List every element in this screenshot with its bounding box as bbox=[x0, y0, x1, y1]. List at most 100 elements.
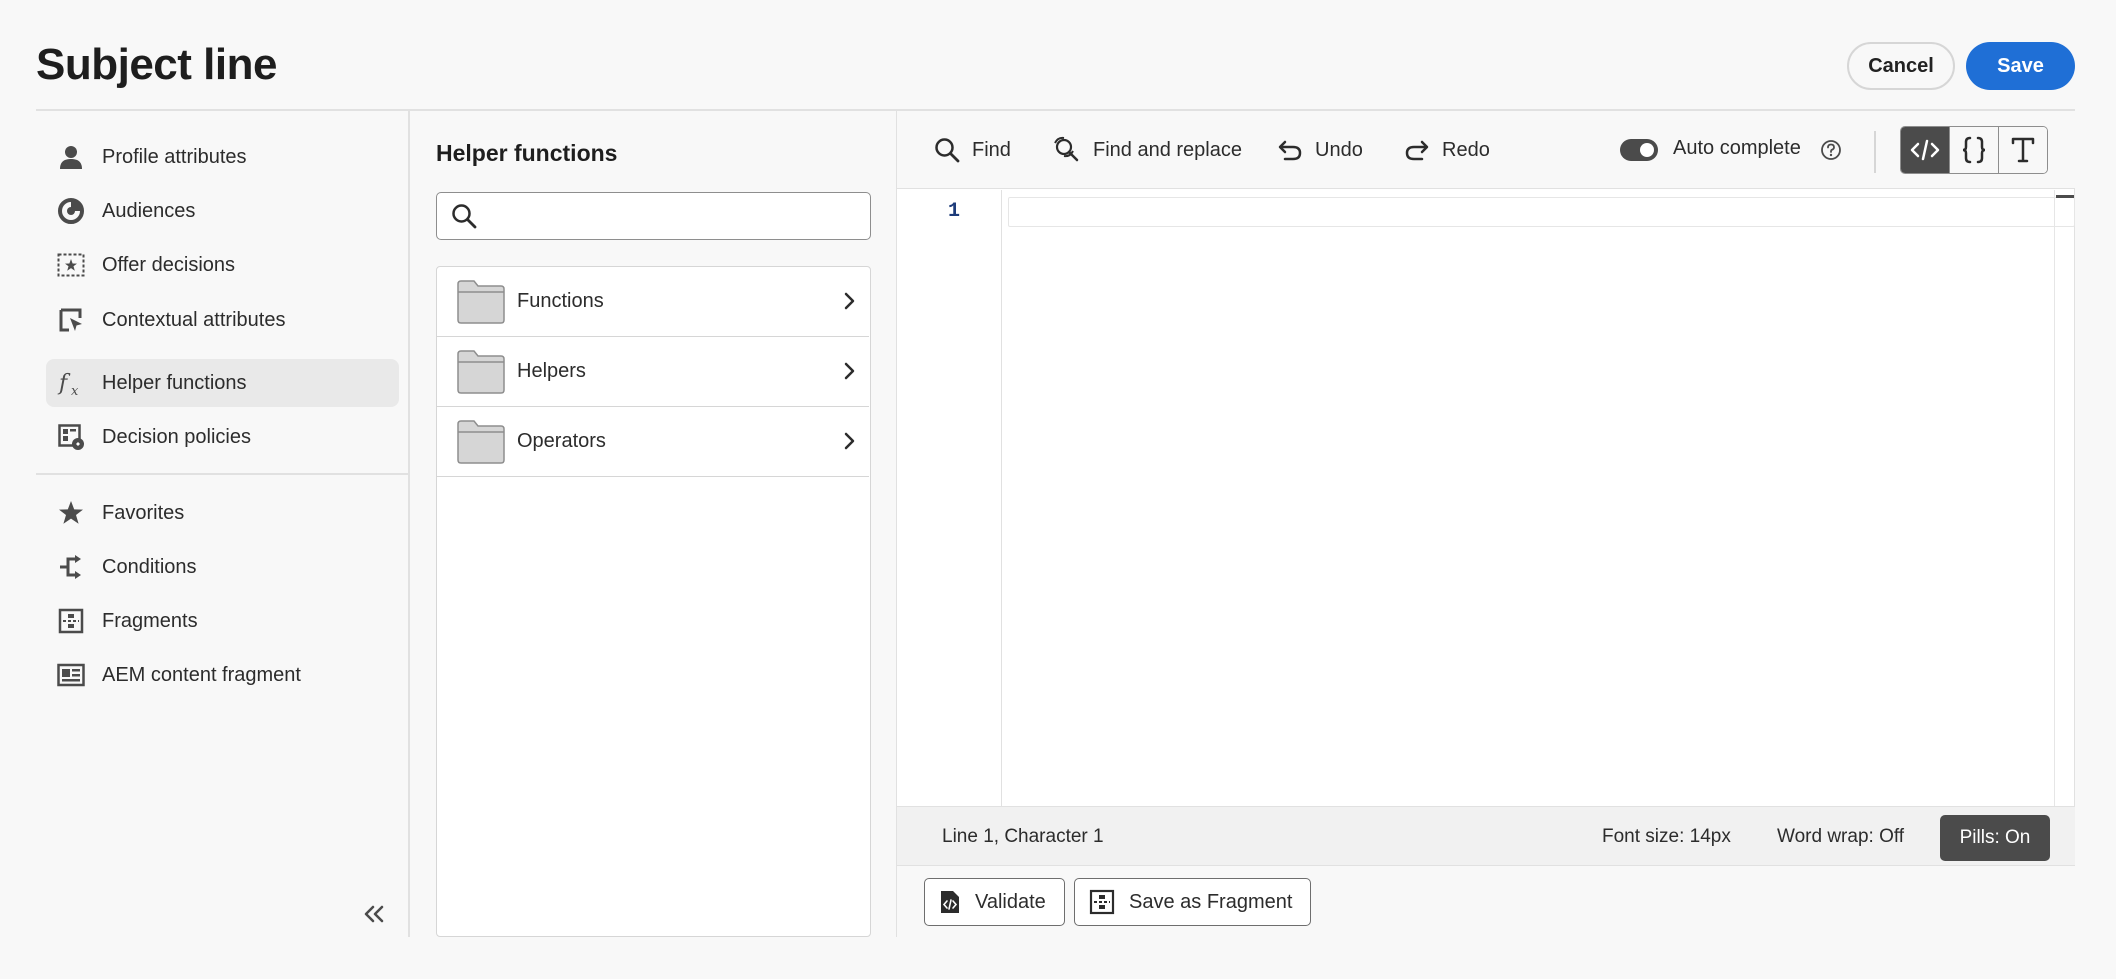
sidebar-item-decision-policies[interactable]: Decision policies bbox=[46, 413, 399, 461]
find-label: Find bbox=[972, 138, 1011, 161]
helper-panel-title: Helper functions bbox=[436, 140, 618, 166]
offer-icon bbox=[56, 250, 86, 280]
current-line-highlight bbox=[1008, 197, 2075, 227]
sidebar-item-label: Profile attributes bbox=[102, 145, 247, 168]
redo-label: Redo bbox=[1442, 138, 1490, 161]
save-as-fragment-button[interactable]: Save as Fragment bbox=[1074, 878, 1312, 926]
json-view-button[interactable] bbox=[1950, 127, 1999, 173]
sidebar-item-aem-content-fragment[interactable]: AEM content fragment bbox=[46, 651, 399, 699]
editor-footer: Validate Save as Fragment bbox=[897, 866, 2075, 937]
star-icon bbox=[56, 498, 86, 528]
code-editor: Find Find and replace Undo Redo Auto com… bbox=[897, 111, 2075, 937]
editor-status-bar: Line 1, Character 1 Font size: 14px Word… bbox=[897, 806, 2075, 866]
word-wrap-setting[interactable]: Word wrap: Off bbox=[1777, 826, 1904, 848]
sidebar-item-offer-decisions[interactable]: Offer decisions bbox=[46, 241, 399, 289]
fragment-icon bbox=[1089, 889, 1115, 915]
helper-search[interactable] bbox=[436, 192, 871, 240]
help-icon[interactable] bbox=[1820, 139, 1842, 161]
conditions-icon bbox=[56, 552, 86, 582]
undo-button[interactable]: Undo bbox=[1277, 133, 1363, 167]
sidebar-item-label: Contextual attributes bbox=[102, 308, 286, 331]
save-button[interactable]: Save bbox=[1966, 42, 2075, 90]
audience-icon bbox=[56, 196, 86, 226]
scrollbar-marker bbox=[2056, 195, 2074, 198]
helper-tree: Functions Helpers Operators bbox=[436, 266, 871, 937]
decision-policy-icon bbox=[56, 422, 86, 452]
sidebar-item-label: Favorites bbox=[102, 501, 185, 524]
sidebar-item-profile-attributes[interactable]: Profile attributes bbox=[46, 133, 399, 181]
svg-text:x: x bbox=[71, 384, 79, 397]
tree-item-label: Helpers bbox=[517, 360, 586, 382]
validate-label: Validate bbox=[975, 890, 1046, 913]
redo-button[interactable]: Redo bbox=[1404, 133, 1490, 167]
line-number: 1 bbox=[948, 200, 961, 223]
line-number-gutter bbox=[897, 190, 1002, 806]
editor-toolbar: Find Find and replace Undo Redo Auto com… bbox=[897, 111, 2075, 189]
search-input[interactable] bbox=[489, 201, 859, 231]
braces-icon bbox=[1961, 136, 1987, 164]
chevron-right-icon bbox=[843, 432, 855, 450]
cancel-button[interactable]: Cancel bbox=[1847, 42, 1955, 90]
find-replace-label: Find and replace bbox=[1093, 138, 1242, 161]
search-icon bbox=[451, 203, 477, 229]
font-size-setting[interactable]: Font size: 14px bbox=[1602, 826, 1731, 848]
sidebar-item-label: Fragments bbox=[102, 609, 198, 632]
sidebar-item-label: Helper functions bbox=[102, 371, 247, 394]
sidebar-item-helper-functions[interactable]: fx Helper functions bbox=[46, 359, 399, 407]
validate-code-icon bbox=[939, 889, 961, 915]
double-chevron-left-icon bbox=[362, 904, 386, 924]
save-fragment-label: Save as Fragment bbox=[1129, 890, 1293, 913]
tree-item-helpers[interactable]: Helpers bbox=[437, 337, 869, 407]
toolbar-divider bbox=[1874, 131, 1876, 173]
chevron-right-icon bbox=[843, 362, 855, 380]
tree-item-functions[interactable]: Functions bbox=[437, 267, 869, 337]
sidebar-divider-vertical bbox=[408, 111, 410, 937]
sidebar-item-audiences[interactable]: Audiences bbox=[46, 187, 399, 235]
contextual-icon bbox=[56, 305, 86, 335]
find-button[interactable]: Find bbox=[934, 133, 1011, 167]
code-view-button[interactable] bbox=[1901, 127, 1950, 173]
redo-icon bbox=[1404, 138, 1430, 162]
text-view-button[interactable] bbox=[1999, 127, 2047, 173]
page-title: Subject line bbox=[36, 40, 277, 89]
sidebar-item-conditions[interactable]: Conditions bbox=[46, 543, 399, 591]
svg-text:f: f bbox=[57, 371, 71, 396]
search-icon bbox=[934, 137, 960, 163]
sidebar-item-label: Offer decisions bbox=[102, 253, 236, 276]
sidebar-divider bbox=[36, 473, 408, 475]
folder-icon bbox=[457, 419, 505, 464]
sidebar-item-label: AEM content fragment bbox=[102, 663, 301, 686]
undo-icon bbox=[1277, 138, 1303, 162]
tree-item-label: Operators bbox=[517, 430, 606, 452]
text-icon bbox=[2011, 137, 2035, 163]
cursor-position: Line 1, Character 1 bbox=[942, 826, 1104, 847]
validate-button[interactable]: Validate bbox=[924, 878, 1065, 926]
find-replace-icon bbox=[1053, 136, 1081, 164]
view-mode-group bbox=[1900, 126, 2048, 174]
undo-label: Undo bbox=[1315, 138, 1363, 161]
tree-item-operators[interactable]: Operators bbox=[437, 407, 869, 477]
code-text-area[interactable] bbox=[1008, 190, 2054, 806]
code-icon bbox=[1910, 139, 1940, 161]
sidebar-item-favorites[interactable]: Favorites bbox=[46, 489, 399, 537]
sidebar-item-contextual-attributes[interactable]: Contextual attributes bbox=[46, 296, 399, 344]
autocomplete-toggle[interactable] bbox=[1620, 139, 1658, 161]
pills-toggle[interactable]: Pills: On bbox=[1940, 815, 2050, 861]
sidebar: Profile attributes Audiences Offer decis… bbox=[36, 111, 410, 937]
collapse-sidebar-button[interactable] bbox=[358, 898, 390, 930]
aem-fragment-icon bbox=[56, 660, 86, 690]
editor-scrollbar[interactable] bbox=[2054, 190, 2075, 806]
sidebar-item-label: Audiences bbox=[102, 199, 196, 222]
tree-item-label: Functions bbox=[517, 290, 604, 312]
fragment-icon bbox=[56, 606, 86, 636]
sidebar-item-fragments[interactable]: Fragments bbox=[46, 597, 399, 645]
sidebar-item-label: Conditions bbox=[102, 555, 197, 578]
find-and-replace-button[interactable]: Find and replace bbox=[1053, 133, 1242, 167]
folder-icon bbox=[457, 279, 505, 324]
folder-icon bbox=[457, 349, 505, 394]
sidebar-item-label: Decision policies bbox=[102, 425, 251, 448]
user-icon bbox=[56, 142, 86, 172]
autocomplete-label: Auto complete bbox=[1673, 137, 1801, 159]
chevron-right-icon bbox=[843, 292, 855, 310]
function-icon: fx bbox=[56, 368, 86, 398]
